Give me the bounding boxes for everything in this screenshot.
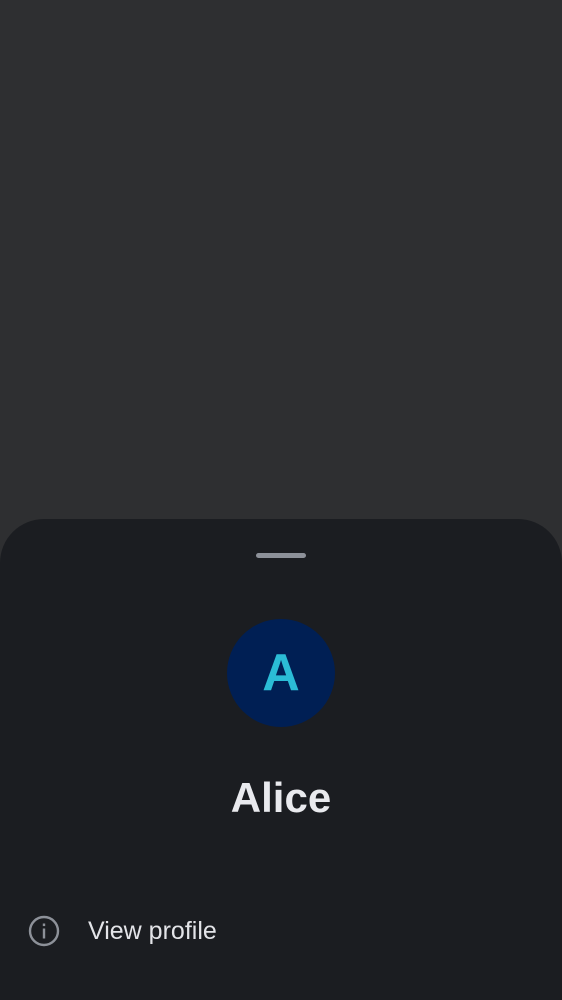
bottom-sheet: A Alice View profile bbox=[0, 519, 562, 1000]
drag-handle[interactable] bbox=[256, 553, 306, 558]
view-profile-label: View profile bbox=[88, 917, 217, 945]
info-icon bbox=[28, 915, 60, 947]
view-profile-button[interactable]: View profile bbox=[0, 901, 562, 961]
avatar: A bbox=[227, 619, 335, 727]
avatar-initial: A bbox=[262, 644, 300, 702]
contact-name: Alice bbox=[230, 774, 332, 821]
